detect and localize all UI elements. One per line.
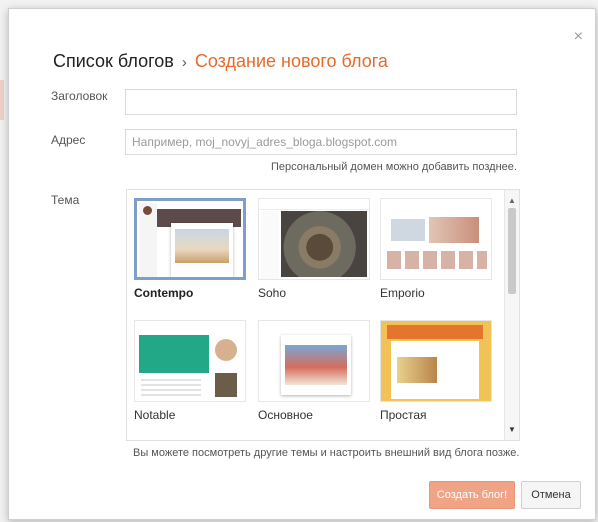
theme-thumbnail-soho: [258, 198, 370, 280]
close-icon[interactable]: ×: [574, 29, 583, 45]
theme-tile-soho[interactable]: Soho: [258, 198, 370, 300]
create-blog-button[interactable]: Создать блог!: [429, 481, 515, 509]
theme-tile-basic[interactable]: Основное: [258, 320, 370, 422]
theme-thumbnail-notable: [134, 320, 246, 402]
theme-tile-notable[interactable]: Notable: [134, 320, 246, 422]
theme-name-basic: Основное: [258, 408, 313, 422]
theme-tile-contempo[interactable]: Contempo: [134, 198, 246, 300]
theme-name-simple: Простая: [380, 408, 427, 422]
breadcrumb-separator: ›: [181, 54, 187, 71]
theme-tile-emporio[interactable]: Emporio: [380, 198, 492, 300]
scroll-down-arrow-icon[interactable]: ▼: [508, 425, 516, 434]
scroll-up-arrow-icon[interactable]: ▲: [508, 196, 516, 205]
theme-gallery-scrollbar[interactable]: ▲ ▼: [504, 190, 519, 440]
scrollbar-thumb[interactable]: [508, 208, 516, 294]
theme-name-soho: Soho: [258, 286, 287, 300]
theme-label: Тема: [51, 193, 80, 207]
background-accent: [0, 80, 4, 120]
address-hint: Персональный домен можно добавить поздне…: [271, 161, 517, 173]
breadcrumb: Список блогов › Создание нового блога: [53, 51, 388, 72]
theme-tile-simple[interactable]: Простая: [380, 320, 492, 422]
address-label: Адрес: [51, 133, 86, 147]
title-input[interactable]: [125, 89, 517, 115]
new-blog-dialog: × Список блогов › Создание нового блога За…: [8, 8, 596, 520]
breadcrumb-blog-list[interactable]: Список блогов: [53, 51, 174, 71]
themes-note: Вы можете посмотреть другие темы и настр…: [133, 447, 520, 459]
address-input[interactable]: [125, 129, 517, 155]
theme-name-notable: Notable: [134, 408, 176, 422]
title-label: Заголовок: [51, 89, 108, 103]
theme-thumbnail-emporio: [380, 198, 492, 280]
theme-name-emporio: Emporio: [380, 286, 425, 300]
theme-name-contempo: Contempo: [134, 286, 194, 300]
theme-thumbnail-basic: [258, 320, 370, 402]
breadcrumb-current-page: Создание нового блога: [194, 51, 388, 71]
theme-thumbnail-simple: [380, 320, 492, 402]
cancel-button[interactable]: Отмена: [521, 481, 581, 509]
theme-thumbnail-contempo: [134, 198, 246, 280]
theme-gallery: Contempo Soho Emporio Notable Основное П…: [126, 189, 520, 441]
